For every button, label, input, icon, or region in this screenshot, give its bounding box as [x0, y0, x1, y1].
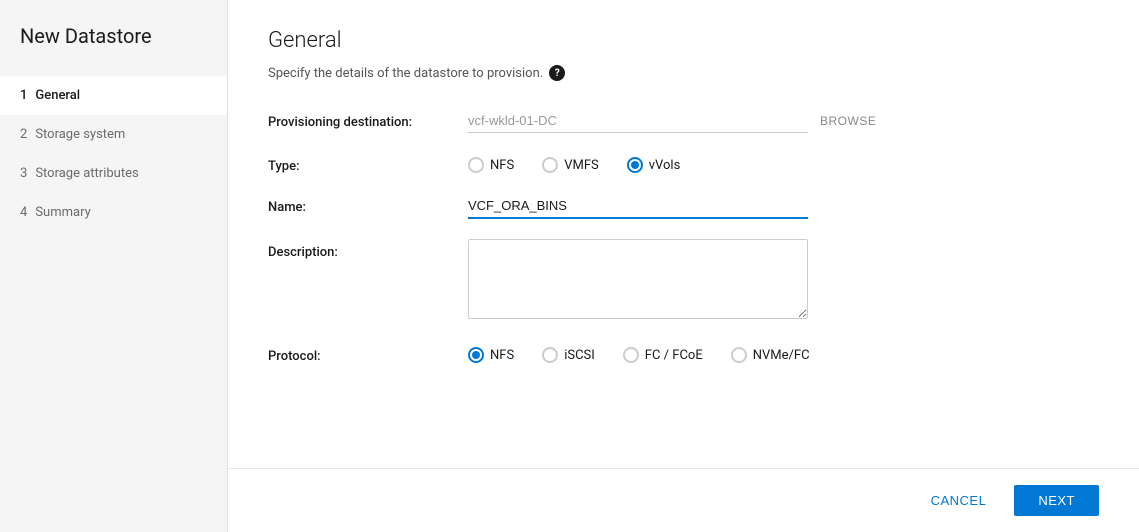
- name-control: [468, 194, 1099, 219]
- cancel-button[interactable]: CANCEL: [915, 485, 1003, 516]
- radio-vmfs[interactable]: [542, 157, 558, 173]
- page-title: General: [268, 28, 1099, 53]
- main-content: General Specify the details of the datas…: [228, 0, 1139, 532]
- protocol-iscsi-label: iSCSI: [564, 348, 595, 363]
- type-option-vmfs[interactable]: VMFS: [542, 157, 599, 173]
- type-row: Type: NFS VMFS vVols: [268, 153, 1099, 174]
- protocol-nvme-fc-label: NVMe/FC: [753, 348, 810, 363]
- sidebar-label-general: General: [35, 88, 80, 103]
- protocol-label: Protocol:: [268, 343, 468, 364]
- protocol-option-nfs[interactable]: NFS: [468, 347, 514, 363]
- sidebar-item-general[interactable]: 1 General: [0, 76, 227, 115]
- radio-protocol-nfs[interactable]: [468, 347, 484, 363]
- provisioning-destination-input[interactable]: [468, 109, 808, 133]
- provisioning-destination-row: Provisioning destination: BROWSE: [268, 109, 1099, 133]
- step-num-storage-attributes: 3: [20, 166, 27, 181]
- name-row: Name:: [268, 194, 1099, 219]
- footer: CANCEL NEXT: [228, 468, 1139, 532]
- sidebar: New Datastore 1 General 2 Storage system…: [0, 0, 228, 532]
- type-option-vvols[interactable]: vVols: [627, 157, 681, 173]
- description-row: Description:: [268, 239, 1099, 323]
- step-num-storage-system: 2: [20, 127, 27, 142]
- help-icon[interactable]: ?: [549, 65, 565, 81]
- name-label: Name:: [268, 194, 468, 215]
- sidebar-item-storage-attributes[interactable]: 3 Storage attributes: [0, 154, 227, 193]
- radio-nfs[interactable]: [468, 157, 484, 173]
- provisioning-destination-control: BROWSE: [468, 109, 1099, 133]
- protocol-row: Protocol: NFS iSCSI FC / FCoE NVMe/FC: [268, 343, 1099, 364]
- description-control: [468, 239, 1099, 323]
- type-label: Type:: [268, 153, 468, 174]
- type-control: NFS VMFS vVols: [468, 153, 1099, 173]
- name-input[interactable]: [468, 194, 808, 219]
- protocol-control: NFS iSCSI FC / FCoE NVMe/FC: [468, 343, 1099, 363]
- step-num-general: 1: [20, 88, 27, 103]
- protocol-option-fc-fcoe[interactable]: FC / FCoE: [623, 347, 703, 363]
- next-button[interactable]: NEXT: [1014, 485, 1099, 516]
- radio-protocol-iscsi[interactable]: [542, 347, 558, 363]
- subtitle: Specify the details of the datastore to …: [268, 65, 1099, 81]
- sidebar-label-storage-system: Storage system: [35, 127, 125, 142]
- sidebar-label-storage-attributes: Storage attributes: [35, 166, 138, 181]
- radio-protocol-fc-fcoe[interactable]: [623, 347, 639, 363]
- radio-vvols[interactable]: [627, 157, 643, 173]
- provisioning-destination-label: Provisioning destination:: [268, 109, 468, 130]
- protocol-fc-fcoe-label: FC / FCoE: [645, 348, 703, 363]
- protocol-option-nvme-fc[interactable]: NVMe/FC: [731, 347, 810, 363]
- sidebar-title: New Datastore: [0, 24, 227, 76]
- browse-button[interactable]: BROWSE: [820, 114, 876, 128]
- type-vvols-label: vVols: [649, 158, 681, 173]
- description-textarea[interactable]: [468, 239, 808, 319]
- type-vmfs-label: VMFS: [564, 158, 599, 173]
- protocol-nfs-label: NFS: [490, 348, 514, 363]
- type-nfs-label: NFS: [490, 158, 514, 173]
- sidebar-item-storage-system[interactable]: 2 Storage system: [0, 115, 227, 154]
- protocol-radio-group: NFS iSCSI FC / FCoE NVMe/FC: [468, 343, 1099, 363]
- step-num-summary: 4: [20, 205, 27, 220]
- type-option-nfs[interactable]: NFS: [468, 157, 514, 173]
- sidebar-item-summary[interactable]: 4 Summary: [0, 193, 227, 232]
- protocol-option-iscsi[interactable]: iSCSI: [542, 347, 595, 363]
- type-radio-group: NFS VMFS vVols: [468, 153, 1099, 173]
- description-label: Description:: [268, 239, 468, 260]
- sidebar-label-summary: Summary: [35, 205, 90, 220]
- radio-protocol-nvme-fc[interactable]: [731, 347, 747, 363]
